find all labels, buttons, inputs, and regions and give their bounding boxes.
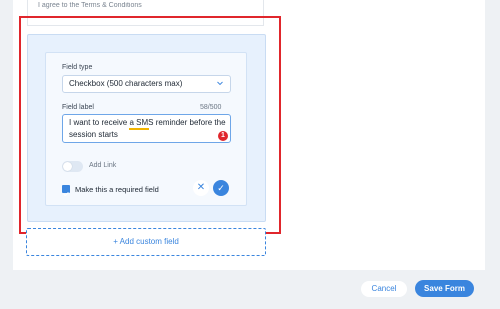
add-custom-field-button[interactable]: + Add custom field: [26, 228, 266, 256]
previous-field-label: I agree to the Terms & Conditions: [38, 2, 142, 9]
highlight-frame: [19, 16, 281, 234]
save-form-button[interactable]: Save Form: [415, 280, 474, 297]
cancel-button[interactable]: Cancel: [361, 281, 407, 297]
add-custom-field-label: + Add custom field: [113, 237, 179, 246]
